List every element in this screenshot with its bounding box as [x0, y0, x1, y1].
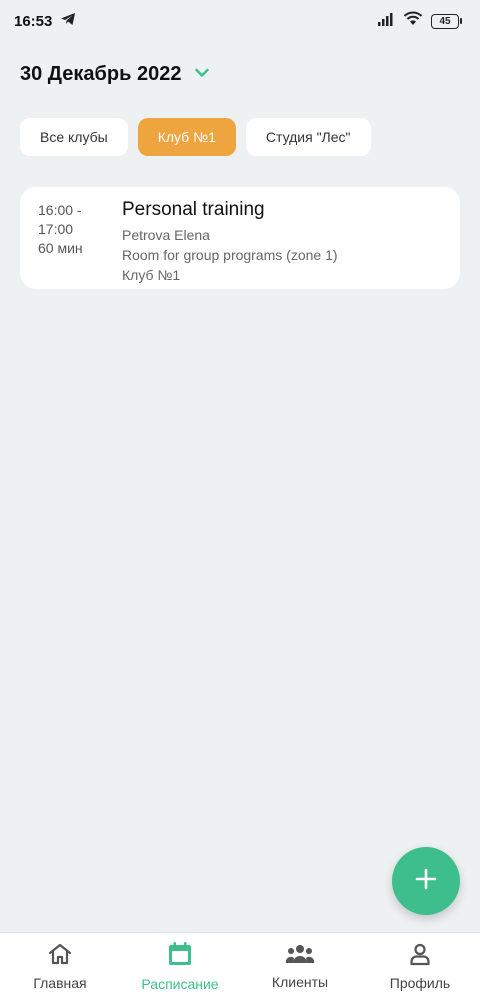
nav-label-clients: Клиенты [271, 974, 329, 990]
nav-item-profile[interactable]: Профиль [365, 942, 475, 991]
clients-icon [285, 943, 315, 970]
chip-all-clubs[interactable]: Все клубы [20, 118, 128, 156]
chip-studio-les[interactable]: Студия "Лес" [245, 118, 371, 156]
plus-icon [415, 868, 437, 895]
nav-label-schedule: Расписание [141, 976, 219, 992]
session-start: 16:00 - [38, 202, 82, 218]
session-duration: 60 мин [38, 240, 83, 256]
battery-icon: 45 [431, 13, 462, 29]
session-end: 17:00 [38, 221, 74, 237]
session-club: Клуб №1 [122, 267, 181, 283]
session-time: 16:00 - 17:00 60 мин [38, 201, 122, 275]
nav-item-schedule[interactable]: Расписание [125, 941, 235, 992]
profile-icon [408, 942, 432, 971]
session-title: Personal training [122, 199, 265, 220]
club-filter-bar: Все клубы Клуб №1 Студия "Лес" [20, 118, 371, 156]
session-room: Room for group programs (zone 1) [122, 247, 338, 263]
nav-item-home[interactable]: Главная [5, 942, 115, 991]
nav-label-profile: Профиль [389, 975, 451, 991]
status-right: 45 [377, 11, 462, 31]
wifi-icon [403, 11, 423, 31]
calendar-icon [167, 941, 193, 972]
schedule-card[interactable]: 16:00 - 17:00 60 мин Personal training P… [20, 187, 460, 289]
signal-icon [377, 12, 395, 31]
date-title: 30 Декабрь 2022 [20, 62, 182, 85]
session-info: Personal training Petrova Elena Room for… [122, 199, 442, 283]
status-bar: 16:53 45 [0, 0, 480, 42]
battery-level: 45 [431, 13, 459, 29]
bottom-nav: Главная Расписание Клиенты Профиль [0, 932, 480, 1000]
status-time: 16:53 [14, 12, 53, 30]
status-left: 16:53 [14, 12, 76, 31]
nav-item-clients[interactable]: Клиенты [245, 943, 355, 990]
date-selector[interactable]: 30 Декабрь 2022 [20, 60, 210, 88]
chevron-down-icon[interactable] [195, 65, 210, 83]
nav-label-home: Главная [33, 975, 87, 991]
session-trainer: Petrova Elena [122, 227, 210, 243]
chip-club-1[interactable]: Клуб №1 [137, 118, 236, 156]
home-icon [47, 942, 73, 971]
add-button[interactable] [392, 847, 460, 915]
telegram-icon [60, 12, 76, 31]
